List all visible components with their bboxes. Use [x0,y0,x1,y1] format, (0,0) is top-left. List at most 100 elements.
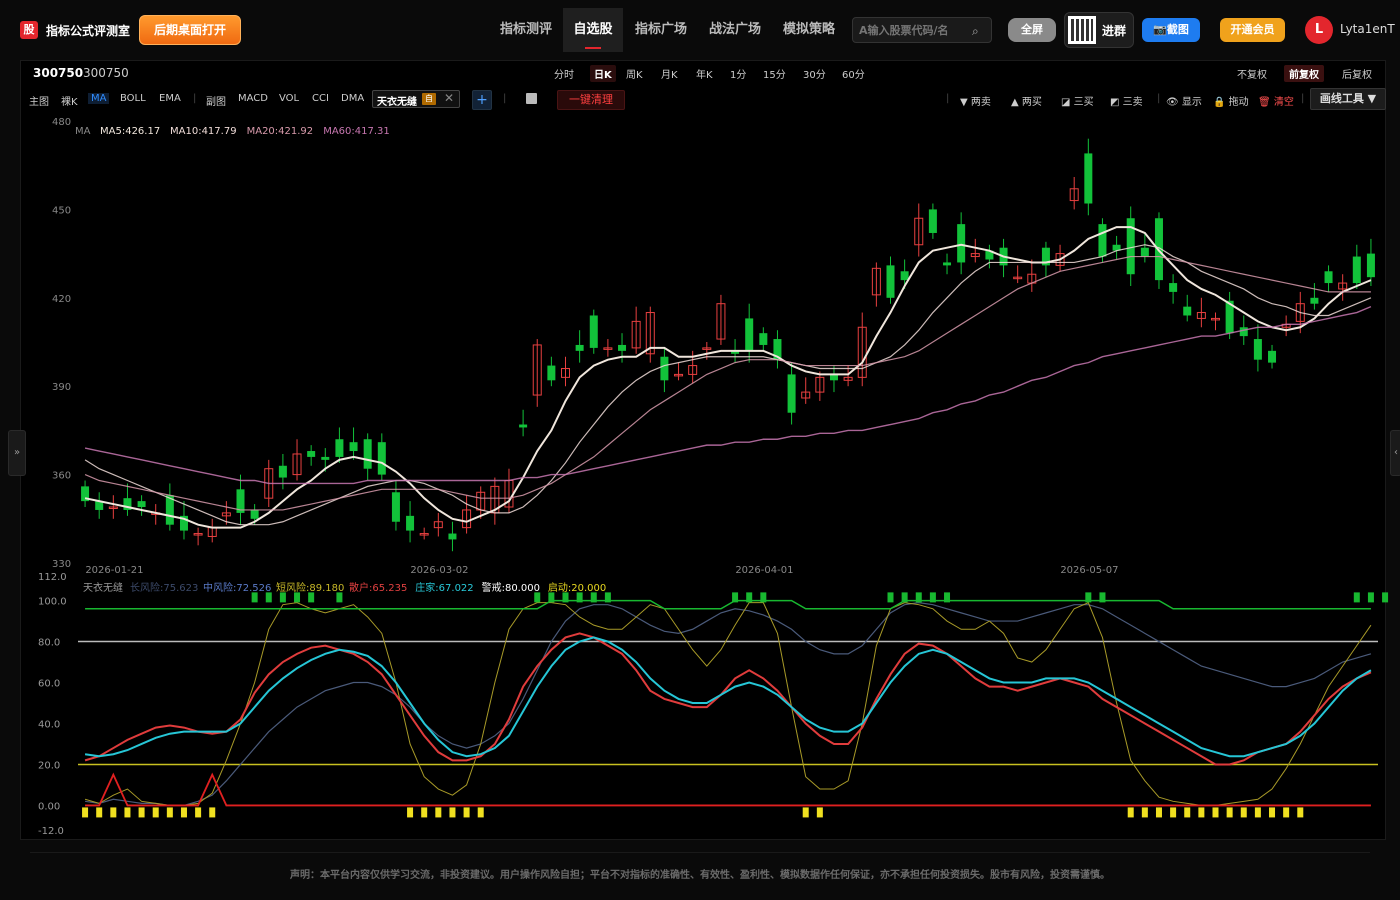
candle-body-down [1084,153,1093,204]
ma-legend-item: MA60:417.31 [323,126,390,137]
green-marker [1382,592,1389,603]
ma5-line [84,226,1372,529]
candle-body-down [406,515,415,531]
sub-y-tick: 60.0 [38,679,60,690]
candle-body-down [575,344,584,351]
candle-body-down [250,509,259,519]
sub-legend-item: 散户:65.235 [349,581,407,594]
yellow-marker [1127,807,1134,818]
candle-body-down [1239,327,1248,337]
candle-body-down [660,356,669,381]
candle-body-down [278,465,287,478]
candle-body-down [1169,283,1178,292]
candle-body-down [307,451,316,457]
dealer-line [84,636,1372,758]
candle-body-down [1253,339,1262,360]
candle-body-down [589,315,598,348]
candle-body-down [1183,306,1192,316]
green-marker [760,592,767,603]
yellow-marker [1240,807,1247,818]
ma-legend-item: MA5:426.17 [100,126,160,137]
candle-body-down [1098,224,1107,257]
ma-legend-item: MA10:417.79 [170,126,237,137]
yellow-marker [124,807,131,818]
yellow-marker [1269,807,1276,818]
yellow-marker [1254,807,1261,818]
yellow-marker [1297,807,1304,818]
ma20-line [84,255,1371,511]
yellow-marker [96,807,103,818]
sub-y-tick: 20.0 [38,760,60,771]
stock-chart-svg[interactable]: 480 450 420 390 360 330 MA MA5:426.17 MA10:417.7… [0,0,1400,900]
candle-body-down [1140,247,1149,257]
long-risk-top-line [85,599,1371,610]
ma-legend-prefix: MA [75,126,91,137]
yellow-marker [1283,807,1290,818]
yellow-marker [421,807,428,818]
candle-body-down [1268,350,1277,363]
sub-y-tick: 40.0 [38,719,60,730]
ma10-line [84,244,1372,526]
yellow-marker [816,807,823,818]
ma-legend-item: MA20:421.92 [247,126,314,137]
green-marker [944,592,951,603]
green-marker [915,592,922,603]
yellow-marker [463,807,470,818]
candle-body-down [1366,253,1375,278]
candle-body-down [900,271,909,281]
yellow-marker [802,807,809,818]
y-axis-tick: 480 [52,117,71,128]
yellow-marker [1170,807,1177,818]
y-axis-tick: 420 [52,294,71,305]
green-marker [336,592,343,603]
green-marker [251,592,258,603]
green-marker [929,592,936,603]
yellow-marker [1184,807,1191,818]
yellow-marker [435,807,442,818]
candle-body-down [745,318,754,351]
candle-body-down [391,492,400,522]
sub-legend-item: 警戒:80.000 [482,581,540,594]
green-marker [901,592,908,603]
green-marker [548,592,555,603]
candle-body-down [321,456,330,460]
x-axis-label: 2026-04-01 [735,565,793,576]
green-marker [1353,592,1360,603]
yellow-marker [138,807,145,818]
yellow-marker [407,807,414,818]
green-marker [279,592,286,603]
disclaimer-text: 声明：本平台内容仅供学习交流，非投资建议。用户操作风险自担；平台不对指标的准确性… [290,870,1110,881]
green-marker [308,592,315,603]
bottom-signal-line [85,772,1371,807]
yellow-marker [209,807,216,818]
y-axis-tick: 360 [52,471,71,482]
y-axis-tick: 390 [52,382,71,393]
yellow-marker [1198,807,1205,818]
green-marker [1367,592,1374,603]
sub-legend-item: 启动:20.000 [548,581,606,594]
y-axis-tick: 450 [52,205,71,216]
candle-body-down [618,344,627,351]
mid-risk-line [84,602,1372,807]
green-marker [294,592,301,603]
green-marker [590,592,597,603]
footer-divider [30,852,1370,853]
candle-body-down [943,262,952,266]
green-marker [534,592,541,603]
yellow-marker [1155,807,1162,818]
green-marker [732,592,739,603]
yellow-marker [180,807,187,818]
y-axis-tick: 330 [52,559,71,570]
candle-body-down [349,442,358,452]
sub-y-tick: 0.00 [38,801,60,812]
yellow-marker [1226,807,1233,818]
sub-y-tick: 80.0 [38,638,60,649]
green-marker [746,592,753,603]
candle-body-down [1352,256,1361,284]
green-marker [576,592,583,603]
yellow-marker [1212,807,1219,818]
yellow-marker [110,807,117,818]
yellow-marker [152,807,159,818]
sub-legend-item: 短风险:89.180 [276,581,344,594]
candle-body-down [787,374,796,413]
